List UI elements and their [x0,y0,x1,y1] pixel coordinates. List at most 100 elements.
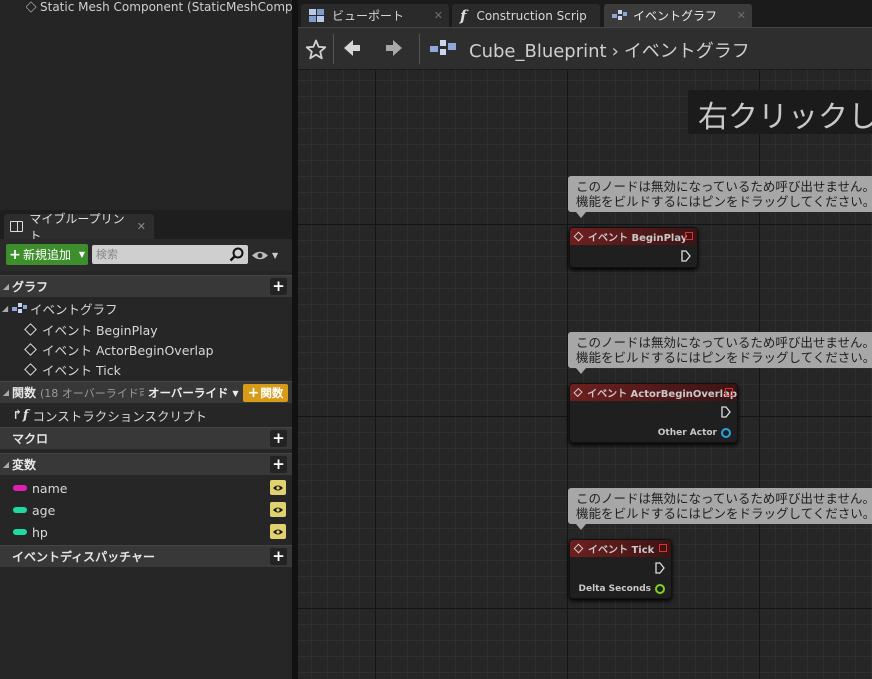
node-header: イベント Tick [570,540,671,557]
tree-item-event[interactable]: イベント BeginPlay [0,319,292,339]
delegate-pin-icon[interactable] [685,232,693,240]
pin-label: Delta Seconds [578,584,651,594]
variable-name: hp [32,524,48,540]
variable-item[interactable]: hp [0,522,292,542]
search-input[interactable] [92,245,248,264]
section-variables[interactable]: ◢ 変数 + [0,453,292,475]
document-tabbar: ビューポート ✕ f Construction Scrip イベントグラフ ✕ [298,0,872,27]
my-blueprint-tabbar: マイブループリント ✕ [0,210,292,243]
visibility-toggle[interactable] [270,524,286,539]
visibility-toggle[interactable] [270,480,286,495]
warning-line: 機能をビルドするにはピンをドラッグしてください。 [576,350,872,365]
tree-item-label: イベントグラフ [30,301,118,317]
close-icon[interactable]: ✕ [434,9,443,22]
section-event-dispatchers[interactable]: イベントディスパッチャー + [0,545,292,567]
my-blueprint-toolbar: + 新規追加 ▼ ▼ [0,239,292,271]
exec-pin-icon[interactable] [655,562,665,574]
delegate-pin-icon[interactable] [659,544,667,552]
view-options-button[interactable]: ▼ [251,247,285,263]
viewport-icon [309,9,324,22]
event-diamond-icon [573,387,583,398]
tree-item-event[interactable]: イベント Tick [0,359,292,379]
section-label: イベントディスパッチャー [12,550,156,564]
graph-canvas[interactable]: 右クリックして このノードは無効になっているため呼び出せません。 機能をビルドす… [298,70,872,679]
close-icon[interactable]: ✕ [137,220,146,233]
back-arrow-icon[interactable] [342,38,362,58]
collapse-arrow-icon: ◢ [2,388,10,397]
warning-line: このノードは無効になっているため呼び出せません。 [576,179,872,194]
forward-arrow-icon[interactable] [384,38,404,58]
eye-icon [273,485,283,490]
add-variable-button[interactable]: + [270,456,287,473]
object-pin-icon[interactable] [721,428,731,438]
tree-item-construction-script[interactable]: ↱f コンストラクションスクリプト [0,405,292,425]
node-warning-bubble: このノードは無効になっているため呼び出せません。 機能をビルドするにはピンをドラ… [568,332,872,374]
function-icon: f [460,6,467,25]
left-panel: Static Mesh Component (StaticMeshCompone… [0,0,292,679]
override-count-note: (18 オーバーライド可能) [40,386,144,400]
variable-type-icon [13,529,27,535]
tab-construction-script[interactable]: f Construction Scrip [452,4,600,27]
event-node[interactable]: イベント ActorBeginOverlap Other Actor [569,383,738,443]
add-macro-button[interactable]: + [270,430,287,447]
node-title: イベント Tick [588,545,655,556]
add-function-label: 関数 [260,386,284,400]
section-label: 変数 [12,458,37,472]
breadcrumb-graph: イベントグラフ [623,41,750,62]
tree-item-label: イベント Tick [42,362,121,378]
section-label: 関数 [12,386,37,400]
float-pin-icon[interactable] [655,584,665,594]
tree-item-label: イベント BeginPlay [42,322,158,338]
node-header: イベント BeginPlay [570,228,697,245]
variable-type-icon [13,507,27,513]
component-tree-item[interactable]: Static Mesh Component (StaticMeshCompone… [26,0,292,14]
add-graph-button[interactable]: + [270,278,287,295]
close-icon[interactable]: ✕ [737,9,746,22]
graph-hint-text: 右クリックして [688,90,872,135]
event-node[interactable]: イベント BeginPlay [569,227,698,268]
plus-icon: + [247,385,260,401]
tab-label: イベントグラフ [633,9,718,23]
node-title: イベント ActorBeginOverlap [587,389,737,400]
event-diamond-icon [24,322,37,336]
tab-my-blueprint[interactable]: マイブループリント ✕ [4,212,154,243]
node-warning-bubble: このノードは無効になっているため呼び出せません。 機能をビルドするにはピンをドラ… [568,488,872,530]
warning-line: 機能をビルドするにはピンをドラッグしてください。 [576,194,872,209]
function-icon: ↱f [12,407,29,423]
star-icon[interactable] [305,39,327,60]
event-node[interactable]: イベント Tick Delta Seconds [569,539,672,599]
collapse-arrow-icon: ◢ [2,460,10,469]
book-icon [10,221,24,232]
tab-event-graph[interactable]: イベントグラフ ✕ [604,4,752,27]
tree-item-event-graph[interactable]: ◢ イベントグラフ [0,298,292,318]
graph-breadcrumb-bar: Cube_Blueprint › イベントグラフ [298,27,872,69]
warning-line: このノードは無効になっているため呼び出せません。 [576,335,872,350]
tree-item-label: コンストラクションスクリプト [32,408,208,424]
tab-viewport[interactable]: ビューポート ✕ [301,4,449,27]
breadcrumb-blueprint[interactable]: Cube_Blueprint [469,41,607,62]
eye-icon [273,529,283,534]
override-dropdown[interactable]: オーバーライド ▼ [148,385,239,401]
dropdown-arrow-icon: ▼ [78,250,85,259]
visibility-toggle[interactable] [270,502,286,517]
chevron-down-icon: ▼ [272,250,279,260]
exec-pin-icon[interactable] [721,406,731,418]
chevron-right-icon: › [611,41,619,62]
tree-item-event[interactable]: イベント ActorBeginOverlap [0,339,292,359]
section-macros[interactable]: マクロ + [0,427,292,449]
variable-item[interactable]: name [0,478,292,498]
search-icon[interactable] [229,247,245,262]
add-function-button[interactable]: + 関数 [243,384,288,402]
section-label: グラフ [12,280,49,294]
section-graphs[interactable]: ◢ グラフ + [0,275,292,297]
section-functions[interactable]: ◢ 関数 (18 オーバーライド可能) オーバーライド ▼ + 関数 [0,381,292,403]
plus-icon: + [9,246,21,263]
variable-item[interactable]: age [0,500,292,520]
event-diamond-icon [573,543,584,554]
add-new-button[interactable]: + 新規追加 ▼ [6,244,88,265]
add-new-label: 新規追加 [23,248,72,262]
exec-pin-icon[interactable] [681,250,691,262]
add-dispatcher-button[interactable]: + [270,548,287,565]
delegate-pin-icon[interactable] [725,388,733,396]
tree-item-label: イベント ActorBeginOverlap [42,342,214,358]
